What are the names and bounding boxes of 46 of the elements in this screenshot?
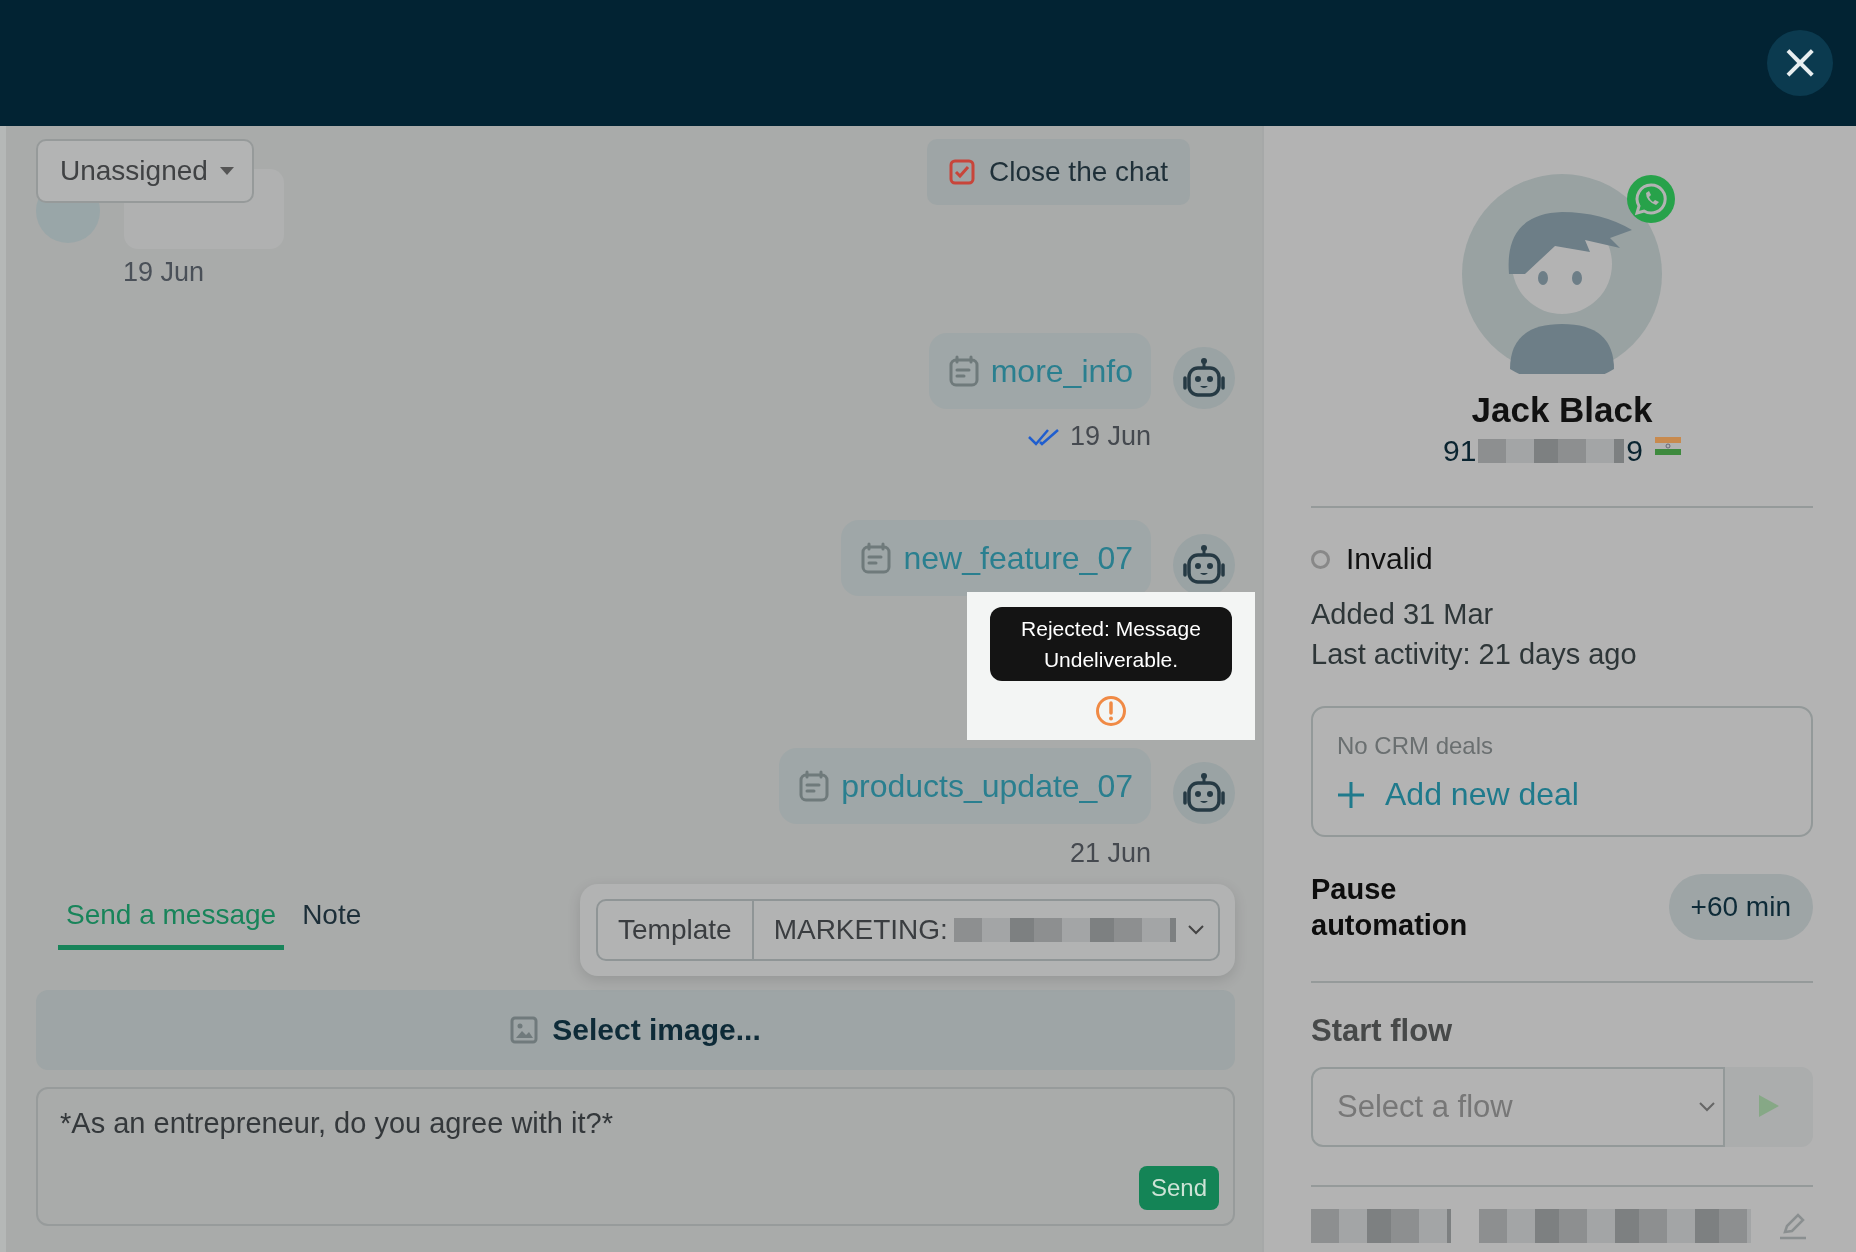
- image-icon: [510, 1016, 539, 1044]
- play-icon: [1759, 1094, 1779, 1117]
- send-button[interactable]: Send: [1138, 1166, 1219, 1210]
- template-name: more_info: [990, 352, 1133, 390]
- template-icon: [861, 542, 892, 574]
- plus-icon: [1337, 780, 1365, 809]
- start-flow-title: Start flow: [1311, 1013, 1454, 1049]
- template-icon: [948, 355, 979, 387]
- pencil-icon: [1779, 1212, 1807, 1240]
- close-button[interactable]: ×: [1767, 30, 1833, 96]
- phone-number: 91: [1442, 434, 1477, 468]
- contact-name: Jack Black: [1470, 390, 1654, 430]
- chevron-down-icon: [1187, 925, 1204, 935]
- chat-bubble-icon: [1626, 174, 1676, 224]
- close-chat-button[interactable]: Close the chat: [927, 139, 1190, 205]
- checkbox-icon: [949, 159, 975, 185]
- start-flow-button[interactable]: [1725, 1067, 1813, 1147]
- tooltip: Rejected: Message Undeliverable.: [990, 607, 1232, 681]
- message-text: *As an entrepreneur, do you agree with it?*: [60, 1107, 613, 1139]
- pause-button[interactable]: +60 min: [1668, 874, 1813, 940]
- template-select[interactable]: Template MARKETING:: [596, 899, 1220, 961]
- last-activity: Last activity: 21 days ago: [1311, 637, 1638, 672]
- message-date: 21 Jun: [1069, 838, 1151, 869]
- tab[interactable]: Note: [294, 899, 370, 950]
- template-name: products_update_07: [841, 767, 1133, 805]
- added-date: Added 31 Mar: [1311, 597, 1495, 632]
- pause-automation-label: Pause automation: [1311, 872, 1469, 943]
- template-value: MARKETING:: [772, 914, 948, 946]
- status-indicator: [1311, 549, 1330, 569]
- message-input[interactable]: *As an entrepreneur, do you agree with it?* Send: [36, 1087, 1235, 1226]
- message-date: 19 Jun: [1069, 421, 1151, 452]
- assignee-dropdown[interactable]: Unassigned: [36, 139, 254, 203]
- contact-status: Invalid: [1346, 542, 1433, 576]
- empty-deals-text: No CRM deals: [1337, 732, 1495, 760]
- caret-icon: [219, 167, 234, 175]
- warning-icon[interactable]: [1095, 695, 1127, 727]
- phone-number: 9: [1626, 434, 1644, 468]
- flag-icon: [1655, 437, 1682, 455]
- double-check-icon: [1027, 427, 1060, 446]
- avatar-icon: [1462, 174, 1662, 374]
- template-label: Template: [598, 901, 754, 959]
- chevron-down-icon: [1699, 1102, 1715, 1112]
- template-icon: [799, 770, 830, 802]
- template-name: new_feature_07: [903, 539, 1133, 577]
- message-date: 19 Jun: [123, 257, 205, 288]
- select-image-button[interactable]: Select image...: [36, 990, 1235, 1070]
